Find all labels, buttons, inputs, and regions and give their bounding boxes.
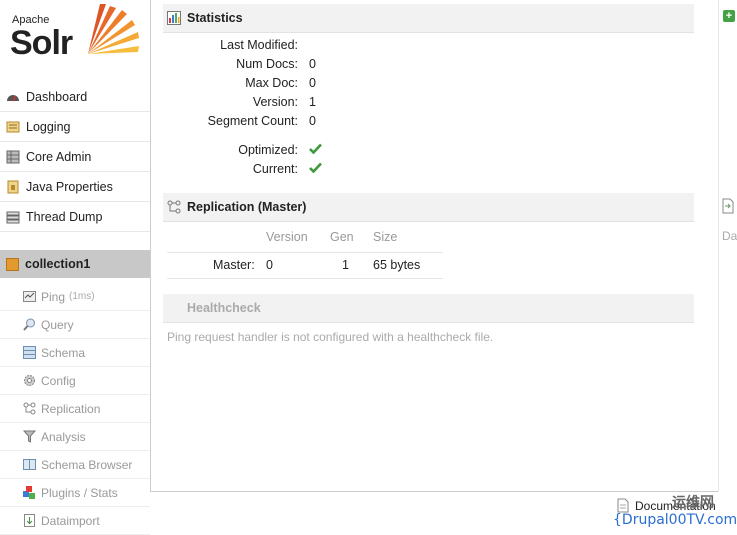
stat-current: Current: — [163, 162, 463, 181]
subnav-label: Schema Browser — [41, 457, 133, 472]
thread-dump-icon — [6, 210, 20, 224]
healthcheck-title: Healthcheck — [187, 301, 261, 315]
statistics-table: Last Modified: Num Docs: 0 Max Doc: 0 Ve… — [163, 38, 463, 181]
nav-thread-dump[interactable]: Thread Dump — [0, 202, 150, 232]
column-divider — [718, 0, 719, 492]
document-icon — [722, 198, 734, 214]
subnav-label: Schema — [41, 345, 86, 360]
schema-browser-icon — [23, 458, 36, 471]
nav-label: Thread Dump — [26, 209, 103, 224]
nav-label: Dashboard — [26, 89, 88, 104]
stat-value: 0 — [309, 76, 316, 90]
stat-optimized: Optimized: — [163, 143, 463, 162]
java-properties-icon — [6, 180, 20, 194]
core-admin-icon — [6, 150, 20, 164]
schema-icon — [23, 346, 36, 359]
statistics-title: Statistics — [187, 11, 243, 25]
subnav-replication[interactable]: Replication — [0, 395, 150, 423]
right-panel-label: Da — [722, 229, 737, 243]
logging-icon — [6, 120, 20, 134]
stat-value: 0 — [309, 57, 316, 71]
core-overview-panel: Statistics Last Modified: Num Docs: 0 Ma… — [150, 0, 718, 492]
collection-name: collection1 — [25, 257, 91, 271]
subnav-analysis[interactable]: Analysis — [0, 423, 150, 451]
stat-key: Segment Count: — [207, 114, 298, 128]
subnav-query[interactable]: Query — [0, 311, 150, 339]
subnav-label: Replication — [41, 401, 101, 416]
col-gen: Gen — [330, 230, 354, 244]
collection-selector[interactable]: collection1 — [0, 250, 150, 278]
solr-logo[interactable]: Apache Solr — [10, 2, 140, 72]
stat-segment-count: Segment Count: 0 — [163, 114, 463, 133]
table-divider — [167, 252, 443, 253]
master-gen: 1 — [342, 258, 349, 272]
healthcheck-header: Healthcheck — [163, 294, 694, 323]
add-icon[interactable]: + — [723, 10, 735, 22]
statistics-header: Statistics — [163, 4, 694, 33]
analysis-icon — [22, 430, 37, 443]
row-label-master: Master: — [213, 258, 255, 272]
table-divider — [167, 278, 443, 279]
stat-key: Max Doc: — [245, 76, 298, 90]
master-size: 65 bytes — [373, 258, 421, 272]
nav-label: Logging — [26, 119, 71, 134]
solr-sun-icon — [88, 4, 139, 54]
replication-header: Replication (Master) — [163, 193, 694, 222]
config-icon — [23, 374, 36, 387]
plugins-icon — [23, 486, 36, 499]
nav-java-properties[interactable]: Java Properties — [0, 172, 150, 202]
subnav-label: Config — [41, 373, 76, 388]
dataimport-icon — [23, 514, 36, 527]
subnav-config[interactable]: Config — [0, 367, 150, 395]
subnav-ping[interactable]: Ping (1ms) — [0, 283, 150, 311]
nav-logging[interactable]: Logging — [0, 112, 150, 142]
stat-version: Version: 1 — [163, 95, 463, 114]
stat-key: Last Modified: — [220, 38, 298, 52]
watermark-url: {Drupal00TV.com} — [613, 512, 737, 528]
ping-icon — [23, 290, 36, 303]
subnav-schema[interactable]: Schema — [0, 339, 150, 367]
subnav-plugins-stats[interactable]: Plugins / Stats — [0, 479, 150, 507]
master-version: 0 — [266, 258, 273, 272]
subnav-label: Ping — [41, 289, 66, 304]
stat-value: 0 — [309, 114, 316, 128]
nav-label: Core Admin — [26, 149, 92, 164]
replication-icon — [23, 402, 36, 415]
replication-icon — [167, 200, 181, 214]
subnav-schema-browser[interactable]: Schema Browser — [0, 451, 150, 479]
stat-value: 1 — [309, 95, 316, 109]
nav-dashboard[interactable]: Dashboard — [0, 82, 150, 112]
current-check-icon — [309, 162, 322, 176]
statistics-icon — [167, 11, 181, 25]
collection-subnav: Ping (1ms) Query Schema Config Replicatio… — [0, 283, 150, 535]
documentation-icon — [617, 498, 629, 513]
col-version: Version — [266, 230, 308, 244]
collection-icon — [6, 257, 19, 271]
subnav-label: Dataimport — [41, 513, 100, 528]
stat-key: Version: — [252, 95, 298, 109]
nav-core-admin[interactable]: Core Admin — [0, 142, 150, 172]
nav-label: Java Properties — [26, 179, 113, 194]
subnav-dataimport[interactable]: Dataimport — [0, 507, 150, 535]
optimized-check-icon — [309, 143, 322, 157]
ping-time: (1ms) — [69, 291, 95, 302]
watermark-chinese: 运维网 — [672, 494, 714, 510]
stat-key: Num Docs: — [236, 57, 298, 71]
stat-num-docs: Num Docs: 0 — [163, 57, 463, 76]
stat-max-doc: Max Doc: 0 — [163, 76, 463, 95]
stat-last-modified: Last Modified: — [163, 38, 463, 57]
col-size: Size — [373, 230, 398, 244]
query-icon — [23, 318, 36, 331]
subnav-label: Analysis — [41, 429, 86, 444]
replication-title: Replication (Master) — [187, 200, 307, 214]
stat-key: Optimized: — [238, 143, 298, 157]
logo-solr-text: Solr — [10, 24, 73, 62]
main-nav: Dashboard Logging Core Admin Java Proper… — [0, 82, 150, 232]
healthcheck-message: Ping request handler is not configured w… — [167, 330, 494, 344]
subnav-label: Query — [41, 317, 74, 332]
dashboard-icon — [6, 90, 20, 104]
subnav-label: Plugins / Stats — [41, 485, 118, 500]
stat-key: Current: — [252, 162, 298, 176]
